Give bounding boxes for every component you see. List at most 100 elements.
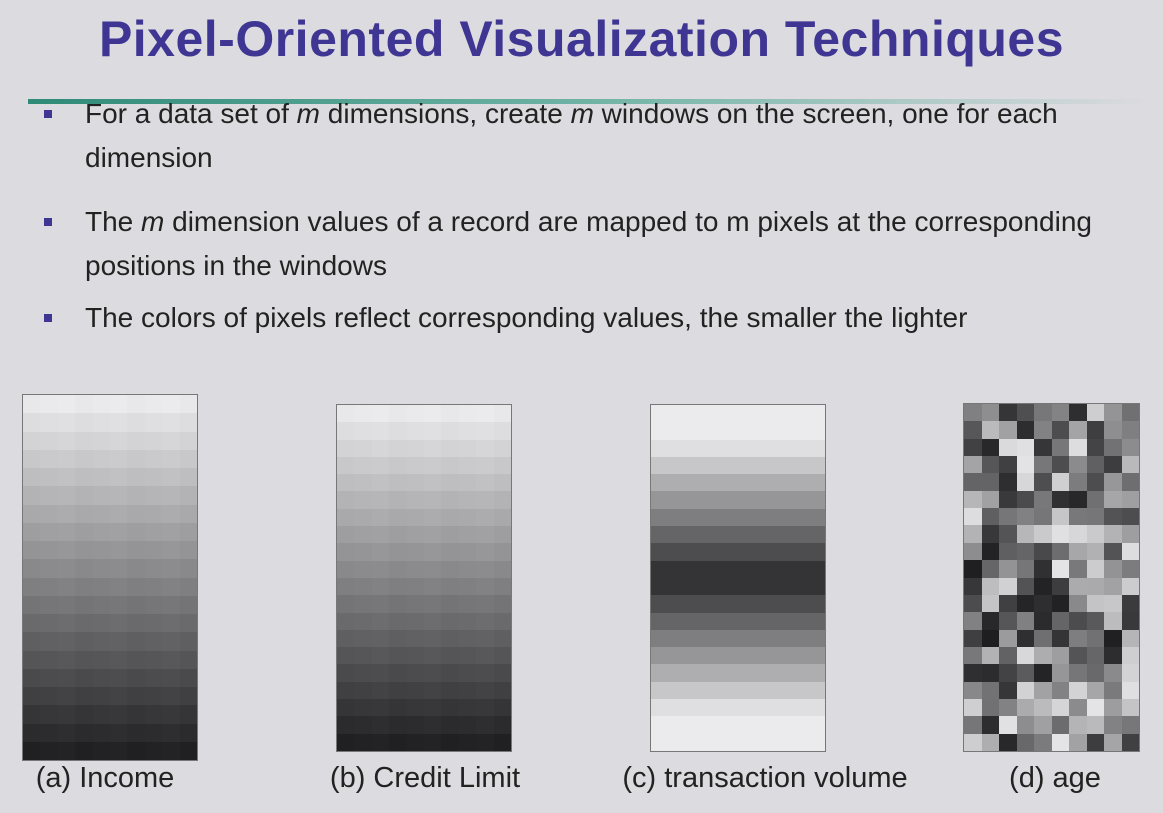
pixel-cell	[668, 716, 686, 734]
pixel-cell	[1104, 438, 1122, 457]
pixel-cell	[109, 395, 128, 414]
pixel-cell	[755, 716, 773, 734]
pixel-cell	[75, 668, 93, 687]
pixel-cell	[389, 526, 407, 544]
pixel-cell	[23, 705, 41, 724]
pixel-cell	[685, 577, 704, 596]
pixel-cell	[337, 716, 355, 734]
pixel-cell	[1016, 560, 1034, 578]
pixel-cell	[981, 733, 999, 751]
pixel-cell	[1121, 698, 1139, 717]
pixel-cell	[75, 522, 93, 541]
pixel-cell	[1069, 456, 1087, 474]
pixel-cell	[354, 664, 372, 682]
pixel-cell	[964, 542, 982, 561]
pixel-cell	[337, 508, 355, 527]
pixel-cell	[1086, 525, 1104, 543]
pixel-cell	[423, 681, 442, 700]
pixel-cell	[651, 612, 669, 630]
pixel-cell	[423, 422, 442, 440]
pixel-cell	[493, 439, 511, 457]
pixel-cell	[162, 413, 180, 432]
pixel-cell	[1121, 542, 1139, 561]
pixel-cell	[406, 629, 424, 648]
pixel-cell	[668, 664, 686, 682]
pixel-cell	[441, 733, 459, 751]
pixel-cell	[179, 559, 197, 578]
pixel-cell	[1104, 698, 1122, 717]
pixel-cell	[772, 508, 791, 527]
pixel-cell	[57, 632, 76, 651]
pixel-cell	[92, 559, 110, 578]
pixel-cell	[75, 723, 93, 742]
pixel-cell	[371, 733, 390, 751]
pixel-cell	[57, 486, 76, 505]
pixel-cell	[144, 650, 163, 669]
pixel-cell	[109, 705, 128, 724]
pixel-cell	[981, 698, 999, 717]
pixel-cell	[1104, 473, 1122, 491]
pixel-cell	[389, 508, 407, 527]
pixel-cell	[651, 474, 669, 492]
pixel-cell	[127, 614, 145, 633]
pixel-cell	[354, 681, 372, 700]
pixel-cell	[23, 632, 41, 651]
pixel-cell	[127, 413, 145, 432]
pixel-cell	[964, 646, 982, 665]
pixel-cell	[999, 664, 1017, 682]
pixel-cell	[493, 733, 511, 751]
pixel-cell	[772, 716, 791, 734]
pixel-cell	[1086, 664, 1104, 682]
pixel-cell	[179, 449, 197, 468]
pixel-cell	[807, 405, 825, 423]
pixel-cell	[720, 491, 738, 509]
pixel-cell	[964, 733, 982, 751]
pixel-cell	[441, 577, 459, 596]
pixel-cell	[75, 705, 93, 724]
pixel-cell	[441, 664, 459, 682]
pixel-cell	[1086, 456, 1104, 474]
pixel-cell	[493, 456, 511, 475]
pixel-cell	[441, 491, 459, 509]
pixel-cell	[162, 632, 180, 651]
pixel-cell	[371, 491, 390, 509]
pixel-cell	[1016, 594, 1034, 613]
pixel-cell	[1034, 404, 1052, 422]
pixel-cell	[441, 543, 459, 561]
pixel-cell	[807, 422, 825, 440]
pixel-cell	[964, 577, 982, 595]
pixel-cell	[354, 716, 372, 734]
pixel-cell	[1069, 733, 1087, 751]
pixel-cell	[57, 705, 76, 724]
pixel-cell	[179, 614, 197, 633]
pixel-cell	[1051, 542, 1069, 561]
pixel-cell	[1069, 716, 1087, 734]
pixel-cell	[964, 612, 982, 630]
pixel-cell	[1086, 542, 1104, 561]
pixel-cell	[127, 705, 145, 724]
pixel-cell	[1034, 664, 1052, 682]
pixel-cell	[337, 699, 355, 717]
pixel-cell	[703, 629, 721, 648]
pixel-cell	[720, 526, 738, 544]
pixel-cell	[179, 687, 197, 706]
pixel-cell	[807, 474, 825, 492]
pixel-cell	[772, 577, 791, 596]
pixel-cell	[964, 594, 982, 613]
pixel-cell	[476, 733, 494, 751]
pixel-cell	[685, 508, 704, 527]
pixel-cell	[668, 405, 686, 423]
pixel-cell	[23, 486, 41, 505]
pixel-cell	[57, 431, 76, 450]
pixel-cell	[389, 629, 407, 648]
pixel-cell	[720, 439, 738, 457]
pixel-cell	[406, 733, 424, 751]
pixel-cell	[651, 681, 669, 700]
pixel-cell	[807, 543, 825, 561]
pixel-cell	[981, 629, 999, 647]
pixel-cell	[703, 733, 721, 751]
pixel-cell	[337, 456, 355, 475]
pixel-cell	[109, 522, 128, 541]
caption-transaction-volume: (c) transaction volume	[622, 762, 908, 794]
pixel-cell	[476, 681, 494, 700]
